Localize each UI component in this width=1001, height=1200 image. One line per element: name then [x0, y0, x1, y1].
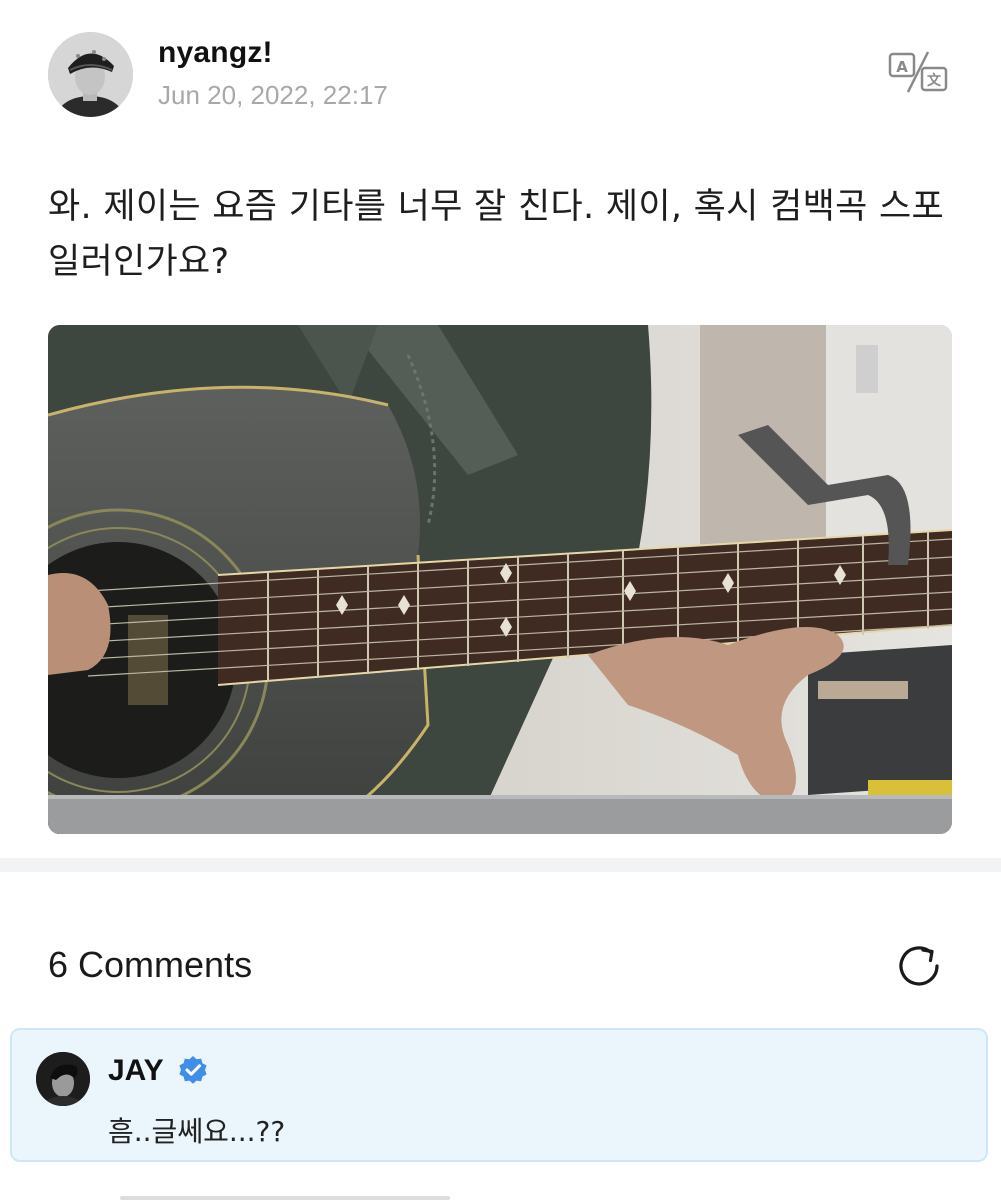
svg-text:A: A: [896, 58, 908, 76]
comment-item: JAY 흠..글쎄요...??: [10, 1028, 988, 1162]
post-photo[interactable]: [48, 325, 952, 834]
refresh-icon: [899, 946, 939, 986]
guitar-photo: [48, 325, 952, 834]
user-avatar-photo-icon: [48, 32, 133, 117]
comment-author-avatar[interactable]: [36, 1052, 90, 1106]
refresh-button[interactable]: [893, 940, 945, 992]
comment-text: 흠..글쎄요...??: [108, 1115, 286, 1148]
comment-author-name[interactable]: JAY: [108, 1054, 164, 1088]
jay-avatar-photo-icon: [36, 1052, 90, 1106]
comments-count: 6 Comments: [48, 944, 253, 985]
translate-button[interactable]: A 文: [888, 48, 950, 96]
author-name[interactable]: nyangz!: [158, 36, 273, 70]
verified-badge-icon: [178, 1055, 208, 1085]
post-card: nyangz! Jun 20, 2022, 22:17 A 文 와. 제이는 요…: [0, 0, 1001, 858]
next-comment-peek: [120, 1196, 450, 1200]
post-body-text: 와. 제이는 요즘 기타를 너무 잘 친다. 제이, 혹시 컴백곡 스포일러인가…: [48, 187, 945, 282]
author-avatar[interactable]: [48, 32, 133, 117]
svg-text:文: 文: [927, 72, 942, 89]
section-divider: [0, 858, 1001, 872]
translate-icon: A 文: [888, 51, 948, 93]
post-timestamp: Jun 20, 2022, 22:17: [158, 80, 388, 110]
